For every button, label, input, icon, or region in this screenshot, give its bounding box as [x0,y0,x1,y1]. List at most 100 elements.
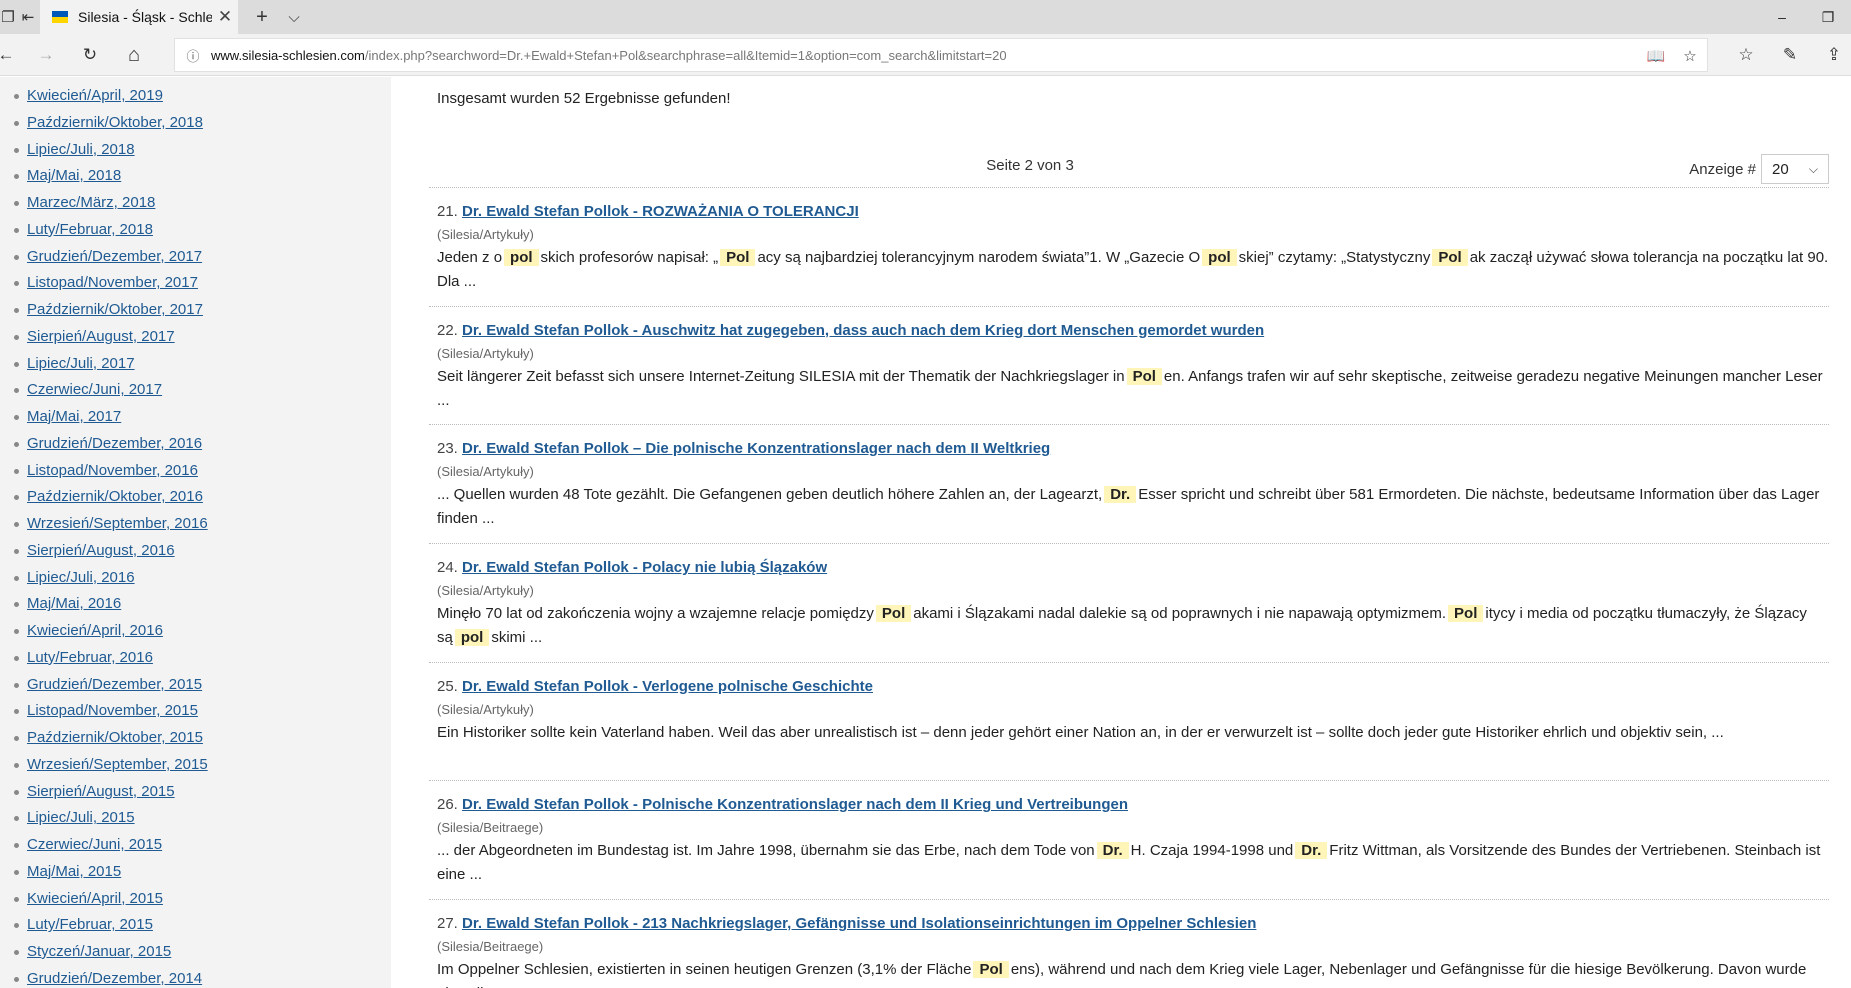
result-title-row: 24. Dr. Ewald Stefan Pollok - Polacy nie… [437,558,1829,578]
result-title-link[interactable]: Dr. Ewald Stefan Pollok – Die polnische … [462,440,1050,457]
result-title-link[interactable]: Dr. Ewald Stefan Pollok - ROZWAŻANIA O T… [462,203,859,220]
archive-link[interactable]: Grudzień/Dezember, 2017 [27,248,202,265]
archive-link[interactable]: Sierpień/August, 2017 [27,328,175,345]
archive-link[interactable]: Lipiec/Juli, 2015 [27,809,135,826]
search-highlight: pol [1202,249,1237,266]
result-title-row: 27. Dr. Ewald Stefan Pollok - 213 Nachkr… [437,914,1829,934]
archive-link[interactable]: Listopad/November, 2015 [27,702,198,719]
favorites-hub-icon[interactable]: ☆ [1726,34,1766,76]
new-tab-icon[interactable]: + [248,0,276,34]
sidebar-archive-item: Lipiec/Juli, 2015 [0,808,391,835]
archive-link[interactable]: Kwiecień/April, 2015 [27,890,163,907]
reading-view-icon[interactable]: 📖 [1639,39,1673,73]
result-title-link[interactable]: Dr. Ewald Stefan Pollok - Polacy nie lub… [462,559,827,576]
share-icon[interactable]: ⇪ [1814,34,1851,76]
snippet-text: acy są najbardziej tolerancyjnym narodem… [757,249,1201,266]
archive-link[interactable]: Kwiecień/April, 2019 [27,87,163,104]
active-tab[interactable]: Silesia - Śląsk - Schlesie ✕ [40,0,238,34]
result-title-row: 21. Dr. Ewald Stefan Pollok - ROZWAŻANIA… [437,202,1829,222]
favorite-star-icon[interactable]: ☆ [1673,39,1707,73]
search-highlight: pol [504,249,539,266]
sidebar-archive-item: Sierpień/August, 2015 [0,782,391,809]
archive-link[interactable]: Listopad/November, 2016 [27,462,198,479]
archive-sidebar: Kwiecień/April, 2019 Październik/Oktober,… [0,77,391,988]
snippet-text: Seit längerer Zeit befasst sich unsere I… [437,367,1125,385]
archive-link[interactable]: Lipiec/Juli, 2017 [27,355,135,372]
archive-link[interactable]: Marzec/März, 2018 [27,194,155,211]
snippet-text: akami i Ślązakami nadal dalekie są od po… [913,605,1447,623]
archive-link[interactable]: Lipiec/Juli, 2018 [27,141,135,158]
archive-link[interactable]: Październik/Oktober, 2017 [27,301,203,318]
tab-close-icon[interactable]: ✕ [212,7,238,27]
result-title-link[interactable]: Dr. Ewald Stefan Pollok - 213 Nachkriegs… [462,915,1256,932]
restore-window-icon[interactable]: ❐ [1805,0,1851,34]
search-highlight: Dr. [1104,486,1137,504]
archive-link[interactable]: Grudzień/Dezember, 2016 [27,435,202,452]
sidebar-archive-item: Marzec/März, 2018 [0,193,391,220]
archive-link[interactable]: Lipiec/Juli, 2016 [27,569,135,586]
flag-yellow-stripe [52,17,68,23]
sidebar-archive-item: Styczeń/Januar, 2015 [0,942,391,969]
limit-select[interactable]: 20 ⌵ [1761,154,1829,184]
back-arrow-icon[interactable]: ← [0,34,26,76]
archive-link[interactable]: Luty/Februar, 2016 [27,649,153,666]
archive-link[interactable]: Grudzień/Dezember, 2014 [27,970,202,987]
minimize-icon[interactable]: – [1759,0,1805,34]
results-list: 21. Dr. Ewald Stefan Pollok - ROZWAŻANIA… [429,187,1829,988]
archive-link[interactable]: Czerwiec/Juni, 2017 [27,381,162,398]
archive-link[interactable]: Wrzesień/September, 2015 [27,756,208,773]
sidebar-archive-item: Czerwiec/Juni, 2015 [0,835,391,862]
address-bar[interactable]: ⓘ www.silesia-schlesien.com /index.php?s… [174,38,1708,72]
archive-link[interactable]: Październik/Oktober, 2018 [27,114,203,131]
archive-link[interactable]: Listopad/November, 2017 [27,274,198,291]
result-snippet: Seit längerer Zeit befasst sich unsere I… [437,365,1829,413]
result-item: 26. Dr. Ewald Stefan Pollok - Polnische … [429,780,1829,899]
archive-link[interactable]: Sierpień/August, 2016 [27,542,175,559]
snippet-text: Ein Historiker sollte kein Vaterland hab… [437,723,1724,741]
refresh-icon[interactable]: ↻ [70,34,110,76]
archive-link[interactable]: Maj/Mai, 2015 [27,863,121,880]
result-title-link[interactable]: Dr. Ewald Stefan Pollok - Auschwitz hat … [462,322,1264,339]
navigation-bar: ← → ↻ ⌂ ⓘ www.silesia-schlesien.com /ind… [0,34,1851,76]
archive-link[interactable]: Maj/Mai, 2018 [27,167,121,184]
url-path: /index.php?searchword=Dr.+Ewald+Stefan+P… [364,47,1007,63]
tabs-aside-icon[interactable]: ⇤ [14,0,42,34]
result-category: (Silesia/Beitraege) [437,820,544,836]
result-title-link[interactable]: Dr. Ewald Stefan Pollok - Verlogene poln… [462,678,873,695]
sidebar-archive-item: Maj/Mai, 2017 [0,407,391,434]
web-note-pen-icon[interactable]: ✎ [1770,34,1810,76]
forward-arrow-icon[interactable]: → [26,34,66,76]
result-snippet: Ein Historiker sollte kein Vaterland hab… [437,721,1829,745]
result-number: 25. [437,677,458,695]
home-icon[interactable]: ⌂ [114,34,154,76]
result-item: 22. Dr. Ewald Stefan Pollok - Auschwitz … [429,305,1829,425]
archive-link[interactable]: Październik/Oktober, 2016 [27,488,203,505]
archive-link[interactable]: Styczeń/Januar, 2015 [27,943,171,960]
result-item: 27. Dr. Ewald Stefan Pollok - 213 Nachkr… [429,899,1829,988]
archive-link[interactable]: Kwiecień/April, 2016 [27,622,163,639]
search-highlight: Pol [1126,367,1162,385]
archive-link[interactable]: Luty/Februar, 2015 [27,916,153,933]
archive-link[interactable]: Październik/Oktober, 2015 [27,729,203,746]
url-host: www.silesia-schlesien.com [211,47,365,63]
result-number: 26. [437,796,458,814]
archive-link[interactable]: Maj/Mai, 2017 [27,408,121,425]
sidebar-archive-item: Październik/Oktober, 2016 [0,487,391,514]
archive-link[interactable]: Grudzień/Dezember, 2015 [27,676,202,693]
snippet-text: skiej” czytamy: „Statystyczny [1238,249,1431,266]
result-title-link[interactable]: Dr. Ewald Stefan Pollok - Polnische Konz… [462,796,1128,813]
sidebar-archive-item: Listopad/November, 2016 [0,461,391,488]
search-results-main: Insgesamt wurden 52 Ergebnisse gefunden!… [392,77,1851,988]
result-category: (Silesia/Artykuły) [437,583,534,599]
result-title-row: 26. Dr. Ewald Stefan Pollok - Polnische … [437,795,1829,815]
archive-link[interactable]: Maj/Mai, 2016 [27,595,121,612]
sidebar-archive-item: Wrzesień/September, 2015 [0,755,391,782]
tab-list-chevron-icon[interactable]: ⌵ [280,0,308,34]
archive-link[interactable]: Czerwiec/Juni, 2015 [27,836,162,853]
site-info-icon[interactable]: ⓘ [175,46,211,65]
sidebar-archive-item: Kwiecień/April, 2015 [0,889,391,916]
archive-link[interactable]: Wrzesień/September, 2016 [27,515,208,532]
archive-link[interactable]: Sierpień/August, 2015 [27,783,175,800]
archive-link[interactable]: Luty/Februar, 2018 [27,221,153,238]
sidebar-archive-item: Listopad/November, 2015 [0,701,391,728]
